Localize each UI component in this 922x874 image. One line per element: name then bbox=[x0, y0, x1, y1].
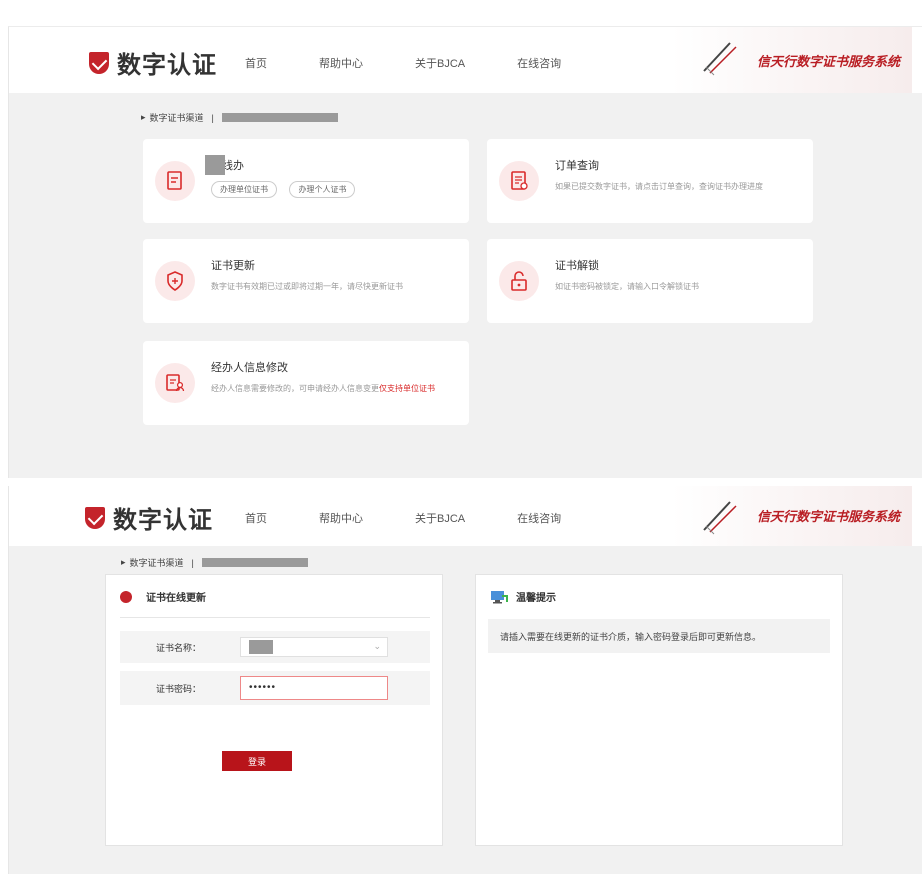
main-nav: 首页 帮助中心 关于BJCA 在线咨询 bbox=[245, 55, 613, 71]
redacted-block bbox=[221, 113, 338, 122]
nav-consult[interactable]: 在线咨询 bbox=[517, 55, 561, 71]
banner-title: 信天行数字证书服务系统 bbox=[756, 510, 900, 525]
cert-password-row: 证书密码： •••••• bbox=[120, 671, 430, 705]
pen-icon bbox=[703, 42, 737, 76]
cert-password-input[interactable]: •••••• bbox=[240, 676, 388, 700]
seal-icon bbox=[120, 590, 132, 603]
org-cert-only-link[interactable]: 仅支持单位证书 bbox=[379, 384, 435, 393]
card-order-desc: 如果已提交数字证书，请点击订单查询，查询证书办理进度 bbox=[555, 182, 763, 191]
nav-help[interactable]: 帮助中心 bbox=[319, 55, 363, 71]
breadcrumb-label[interactable]: 数字证书渠道 bbox=[150, 111, 204, 124]
header-banner: 信天行数字证书服务系统 bbox=[672, 486, 912, 546]
card-unlock-desc: 如证书密码被锁定，请输入口令解锁证书 bbox=[555, 282, 699, 291]
cert-name-select[interactable]: ⌄ bbox=[240, 637, 388, 657]
pen-icon bbox=[703, 501, 737, 535]
breadcrumb-bullet: ▸ bbox=[141, 112, 146, 122]
card-cert-unlock[interactable]: 证书解锁 如证书密码被锁定，请输入口令解锁证书 bbox=[487, 239, 813, 323]
breadcrumb: ▸ 数字证书渠道 | bbox=[121, 556, 308, 569]
tip-text: 请插入需要在线更新的证书介质，输入密码登录后即可更新信息。 bbox=[488, 619, 830, 653]
card-handler-title: 经办人信息修改 bbox=[211, 362, 288, 374]
logo-text: 数字认证 bbox=[113, 507, 213, 534]
divider bbox=[120, 617, 430, 618]
tip-panel: 温馨提示 请插入需要在线更新的证书介质，输入密码登录后即可更新信息。 bbox=[475, 574, 843, 846]
header-banner: 信天行数字证书服务系统 bbox=[672, 27, 912, 93]
bottom-header: 数字认证 首页 帮助中心 关于BJCA 在线咨询 信天行数字证书服务系统 bbox=[9, 486, 922, 546]
card-order-title: 订单查询 bbox=[555, 160, 599, 172]
brand-logo[interactable]: 数字认证 bbox=[85, 500, 213, 535]
portal-screenshot-top: 数字认证 首页 帮助中心 关于BJCA 在线咨询 信天行数字证书服务系统 ▸ 数… bbox=[8, 26, 922, 478]
card-cert-update[interactable]: 证书更新 数字证书有效期已过或即将过期一年，请尽快更新证书 bbox=[143, 239, 469, 323]
card-handler-desc-text: 经办人信息需要修改的，可申请经办人信息变更 bbox=[211, 384, 379, 393]
cert-name-label: 证书名称： bbox=[156, 643, 202, 653]
tip-header: 温馨提示 bbox=[490, 589, 556, 604]
nav-about[interactable]: 关于BJCA bbox=[415, 510, 465, 526]
panel-title: 证书在线更新 bbox=[146, 593, 206, 604]
main-nav: 首页 帮助中心 关于BJCA 在线咨询 bbox=[245, 510, 613, 526]
user-edit-icon bbox=[155, 363, 195, 403]
nav-consult[interactable]: 在线咨询 bbox=[517, 510, 561, 526]
breadcrumb-separator: | bbox=[211, 112, 214, 123]
brand-logo[interactable]: 数字认证 bbox=[89, 45, 217, 80]
card-update-desc: 数字证书有效期已过或即将过期一年，请尽快更新证书 bbox=[211, 282, 403, 291]
logo-text: 数字认证 bbox=[117, 52, 217, 79]
shield-logo-icon bbox=[89, 51, 109, 74]
login-button[interactable]: 登录 bbox=[222, 751, 292, 771]
cert-name-row: 证书名称： ⌄ bbox=[120, 631, 430, 663]
breadcrumb-label[interactable]: 数字证书渠道 bbox=[130, 556, 184, 569]
cert-password-label: 证书密码： bbox=[156, 684, 202, 694]
redacted-block bbox=[205, 155, 225, 175]
shield-logo-icon bbox=[85, 506, 105, 529]
card-handler-desc: 经办人信息需要修改的，可申请经办人信息变更仅支持单位证书 bbox=[211, 383, 435, 394]
apply-options: 办理单位证书 办理个人证书 bbox=[211, 179, 363, 198]
computer-icon bbox=[491, 590, 508, 603]
unlock-icon bbox=[499, 261, 539, 301]
top-header: 数字认证 首页 帮助中心 关于BJCA 在线咨询 信天行数字证书服务系统 bbox=[9, 27, 922, 93]
apply-org-button[interactable]: 办理单位证书 bbox=[211, 181, 277, 198]
apply-personal-button[interactable]: 办理个人证书 bbox=[289, 181, 356, 198]
card-update-title: 证书更新 bbox=[211, 260, 255, 272]
card-unlock-title: 证书解锁 bbox=[555, 260, 599, 272]
redacted-block bbox=[201, 558, 308, 567]
card-apply[interactable]: 在线办 办理单位证书 办理个人证书 bbox=[143, 139, 469, 223]
shield-icon bbox=[155, 261, 195, 301]
breadcrumb: ▸ 数字证书渠道 | bbox=[141, 111, 338, 124]
breadcrumb-separator: | bbox=[191, 557, 194, 568]
portal-screenshot-bottom: 数字认证 首页 帮助中心 关于BJCA 在线咨询 信天行数字证书服务系统 ▸ 数… bbox=[8, 486, 922, 874]
cert-update-panel: 证书在线更新 证书名称： ⌄ 证书密码： •••••• 登录 bbox=[105, 574, 443, 846]
banner-title: 信天行数字证书服务系统 bbox=[756, 55, 900, 70]
nav-home[interactable]: 首页 bbox=[245, 55, 267, 71]
card-order-query[interactable]: 订单查询 如果已提交数字证书，请点击订单查询，查询证书办理进度 bbox=[487, 139, 813, 223]
redacted-block bbox=[249, 640, 273, 654]
breadcrumb-bullet: ▸ bbox=[121, 557, 126, 567]
order-list-icon bbox=[499, 161, 539, 201]
tip-title: 温馨提示 bbox=[516, 593, 556, 604]
card-handler-edit[interactable]: 经办人信息修改 经办人信息需要修改的，可申请经办人信息变更仅支持单位证书 bbox=[143, 341, 469, 425]
panel-header: 证书在线更新 bbox=[120, 589, 206, 604]
chevron-down-icon: ⌄ bbox=[373, 641, 381, 651]
nav-about[interactable]: 关于BJCA bbox=[415, 55, 465, 71]
document-icon bbox=[155, 161, 195, 201]
nav-help[interactable]: 帮助中心 bbox=[319, 510, 363, 526]
nav-home[interactable]: 首页 bbox=[245, 510, 267, 526]
